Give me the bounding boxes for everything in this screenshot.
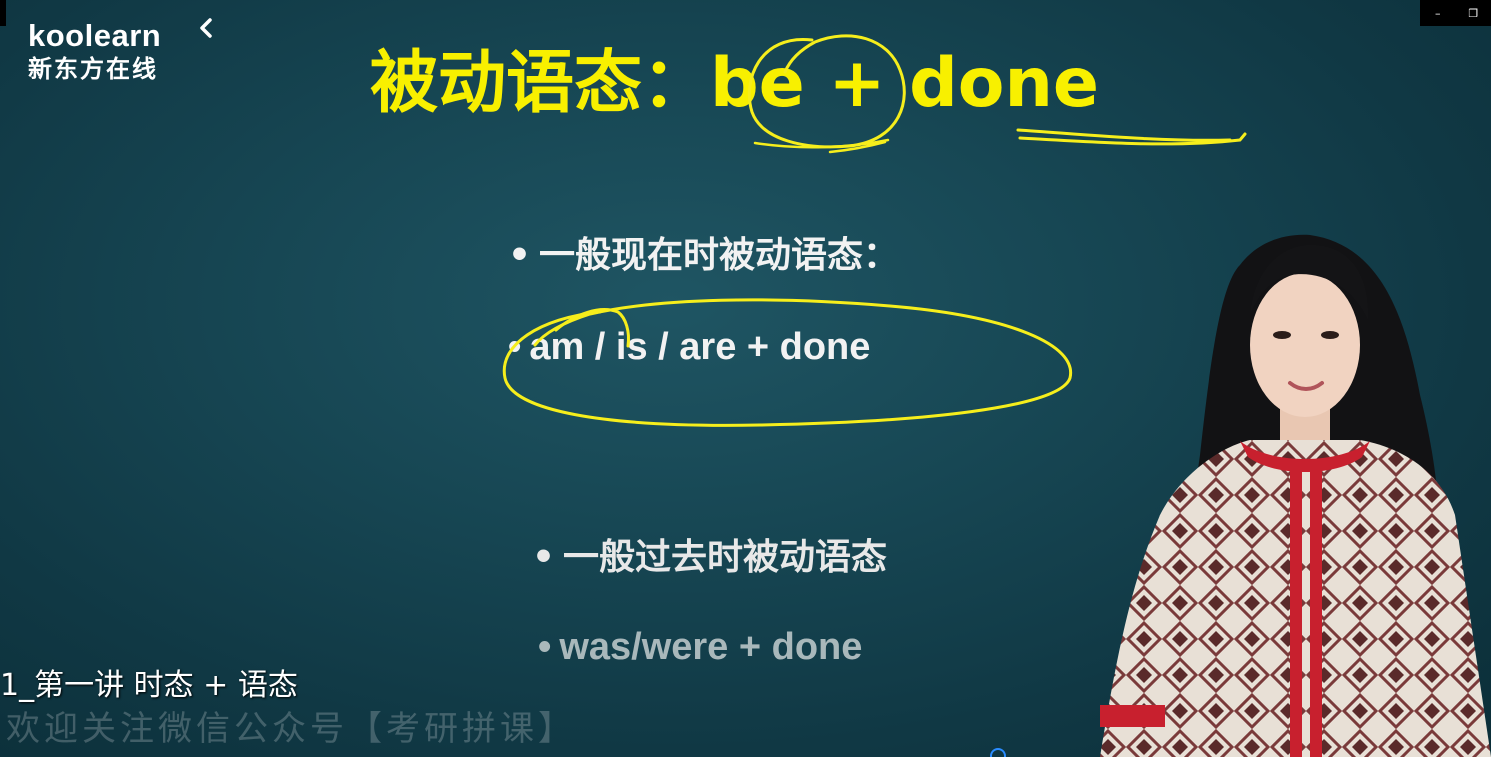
bullet-present-formula: • am / is / are + done [508, 326, 870, 369]
bullet-dot: • [508, 235, 532, 276]
video-frame[interactable]: koolearn 新东方在线 被动语态：be + done • 一般现在时被动语态… [0, 0, 1491, 757]
eye-right [1321, 331, 1339, 339]
teacher-presenter [1100, 234, 1491, 757]
placket-right [1310, 470, 1322, 757]
bullet-present-passive: • 一般现在时被动语态： [508, 226, 899, 278]
logo-text-en: koolearn [28, 18, 162, 53]
minimize-button[interactable]: – [1426, 3, 1450, 23]
bullet-text: 一般现在时被动语态： [539, 235, 900, 276]
placket-left [1290, 470, 1302, 757]
slide-title: 被动语态：be + done [370, 44, 1100, 123]
bullet-past-formula: • was/were + done [538, 626, 862, 669]
restore-button[interactable]: ❐ [1461, 3, 1485, 23]
logo-text-cn: 新东方在线 [28, 55, 158, 83]
underline-annotation-be [753, 138, 890, 154]
bullet-text: am / is / are + done [529, 326, 871, 368]
bullet-dot: • [532, 537, 556, 578]
sleeve-band [1100, 705, 1165, 727]
window-controls: – ❐ [1420, 0, 1491, 26]
frame-edge [0, 0, 6, 26]
face [1250, 273, 1360, 417]
bullet-text: was/were + done [559, 626, 863, 668]
bullet-dot: • [508, 326, 522, 368]
bullet-dot: • [538, 626, 552, 668]
wechat-watermark: 欢迎关注微信公众号【考研拼课】 [6, 709, 576, 749]
cursor-ring-icon [990, 748, 1006, 757]
bullet-text: 一般过去时被动语态 [563, 537, 888, 578]
logo-chevron-icon [200, 18, 212, 38]
underline-annotation-done [1016, 128, 1247, 146]
video-subtitle: 1_第一讲 时态 + 语态 [0, 668, 298, 703]
eye-left [1273, 331, 1291, 339]
bullet-past-passive: • 一般过去时被动语态 [532, 528, 887, 580]
koolearn-logo: koolearn 新东方在线 [28, 18, 218, 84]
